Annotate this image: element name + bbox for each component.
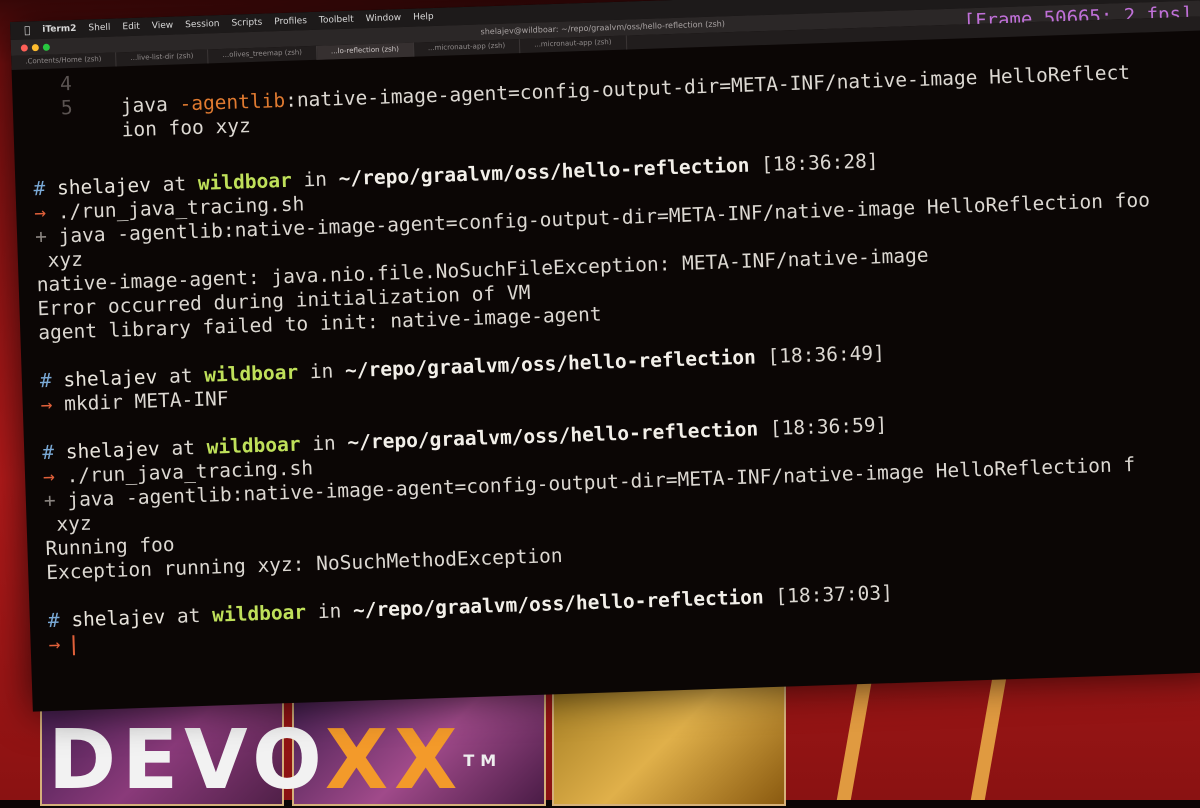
zoom-button[interactable]	[42, 43, 50, 51]
input-line[interactable]: →	[48, 632, 75, 657]
gutter-number: 5	[60, 95, 73, 120]
menu-item-help[interactable]: Help	[413, 12, 434, 23]
output-line: xyz	[35, 247, 84, 273]
menu-item-session[interactable]: Session	[185, 19, 220, 30]
terminal-screen:  iTerm2 Shell Edit View Session Scripts…	[10, 0, 1200, 712]
editor-line: java -agentlib:native-image-agent=config…	[120, 60, 1131, 118]
apple-icon[interactable]: 	[24, 25, 30, 36]
menu-item-window[interactable]: Window	[366, 13, 402, 24]
minimize-button[interactable]	[31, 43, 39, 51]
menu-item-view[interactable]: View	[152, 21, 174, 32]
prompt-line: # shelajev at wildboar in ~/repo/graalvm…	[47, 581, 894, 633]
menu-item-scripts[interactable]: Scripts	[231, 18, 262, 29]
output-line: xyz	[44, 511, 93, 537]
gutter-number: 4	[59, 71, 73, 96]
text-cursor	[71, 634, 75, 655]
devoxx-logo: DEVOXXTM	[48, 713, 503, 808]
prompt-line: # shelajev at wildboar in ~/repo/graalvm…	[39, 341, 886, 393]
menu-item-toolbelt[interactable]: Toolbelt	[319, 15, 354, 26]
menu-item-shell[interactable]: Shell	[88, 23, 110, 34]
prompt-line: # shelajev at wildboar in ~/repo/graalvm…	[41, 413, 888, 465]
terminal-output[interactable]: 4 5 java -agentlib:native-image-agent=co…	[12, 31, 1200, 712]
menu-item-edit[interactable]: Edit	[122, 22, 140, 33]
prompt-line: # shelajev at wildboar in ~/repo/graalvm…	[33, 149, 879, 201]
editor-line: ion foo xyz	[121, 114, 252, 142]
menu-item-app[interactable]: iTerm2	[42, 24, 77, 35]
command-line: → mkdir META-INF	[40, 386, 229, 417]
close-button[interactable]	[20, 43, 28, 52]
menu-item-profiles[interactable]: Profiles	[274, 16, 307, 27]
